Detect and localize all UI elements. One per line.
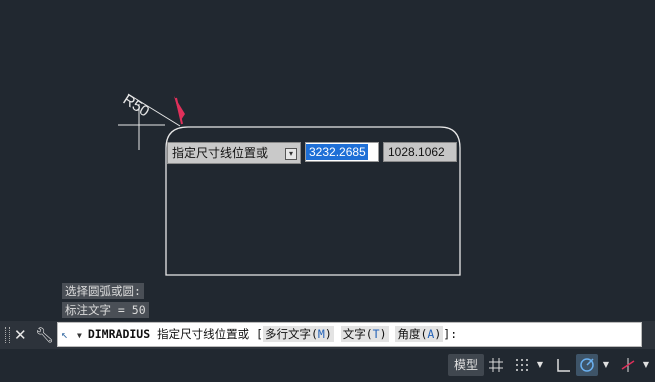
isodraft-icon[interactable] — [618, 354, 638, 376]
options-close: ]: — [443, 327, 458, 341]
coordinate-x-value: 3232.2685 — [306, 144, 368, 160]
option-text[interactable]: 文字(T) — [340, 326, 389, 342]
radius-label: R50 — [120, 91, 152, 120]
polar-dropdown-icon[interactable]: ▼ — [601, 354, 611, 376]
status-bar: 模型 ▼ ▼ ▼ — [0, 350, 655, 382]
command-history-line: 标注文字 = 50 — [62, 302, 149, 318]
snap-dropdown-icon[interactable]: ▼ — [535, 354, 545, 376]
command-tool-icon: ↖ — [61, 327, 68, 341]
drawing-canvas[interactable]: R50 指定尺寸线位置或 ▾ 3232.2685 1028.1062 选择圆弧或… — [0, 0, 655, 318]
coordinate-y-value: 1028.1062 — [388, 145, 445, 159]
grid-icon[interactable] — [486, 354, 506, 376]
command-name: DIMRADIUS — [87, 327, 151, 341]
customize-wrench-icon[interactable]: 🔧︎ — [35, 325, 54, 345]
option-angle[interactable]: 角度(A) — [395, 326, 444, 342]
command-bar: ✕ 🔧︎ ↖ ▼ DIMRADIUS 指定尺寸线位置或 [多行文字(M) 文字(T)… — [0, 321, 655, 349]
coordinate-x-input[interactable]: 3232.2685 — [305, 142, 379, 162]
options-open-bracket: [ — [256, 327, 263, 341]
dynamic-prompt-text: 指定尺寸线位置或 — [172, 146, 269, 160]
command-prompt: 指定尺寸线位置或 — [157, 327, 250, 341]
recent-commands-dropdown-icon[interactable]: ▼ — [77, 331, 82, 340]
option-mtext[interactable]: 多行文字(M) — [262, 326, 334, 342]
coordinate-y-input[interactable]: 1028.1062 — [383, 142, 457, 162]
dynamic-input-prompt: 指定尺寸线位置或 ▾ — [167, 142, 301, 164]
command-line-input[interactable]: ↖ ▼ DIMRADIUS 指定尺寸线位置或 [多行文字(M) 文字(T) 角度(A… — [57, 322, 642, 347]
snap-icon[interactable] — [512, 354, 532, 376]
model-label: 模型 — [454, 358, 479, 372]
drag-handle[interactable] — [5, 327, 10, 343]
options-dropdown-icon[interactable]: ▾ — [285, 148, 297, 160]
isodraft-dropdown-icon[interactable]: ▼ — [641, 354, 651, 376]
close-icon[interactable]: ✕ — [14, 325, 27, 345]
ortho-icon[interactable] — [553, 354, 573, 376]
polar-tracking-icon[interactable] — [576, 354, 598, 376]
model-tab-button[interactable]: 模型 — [448, 354, 485, 376]
command-history-line: 选择圆弧或圆: — [62, 283, 144, 299]
